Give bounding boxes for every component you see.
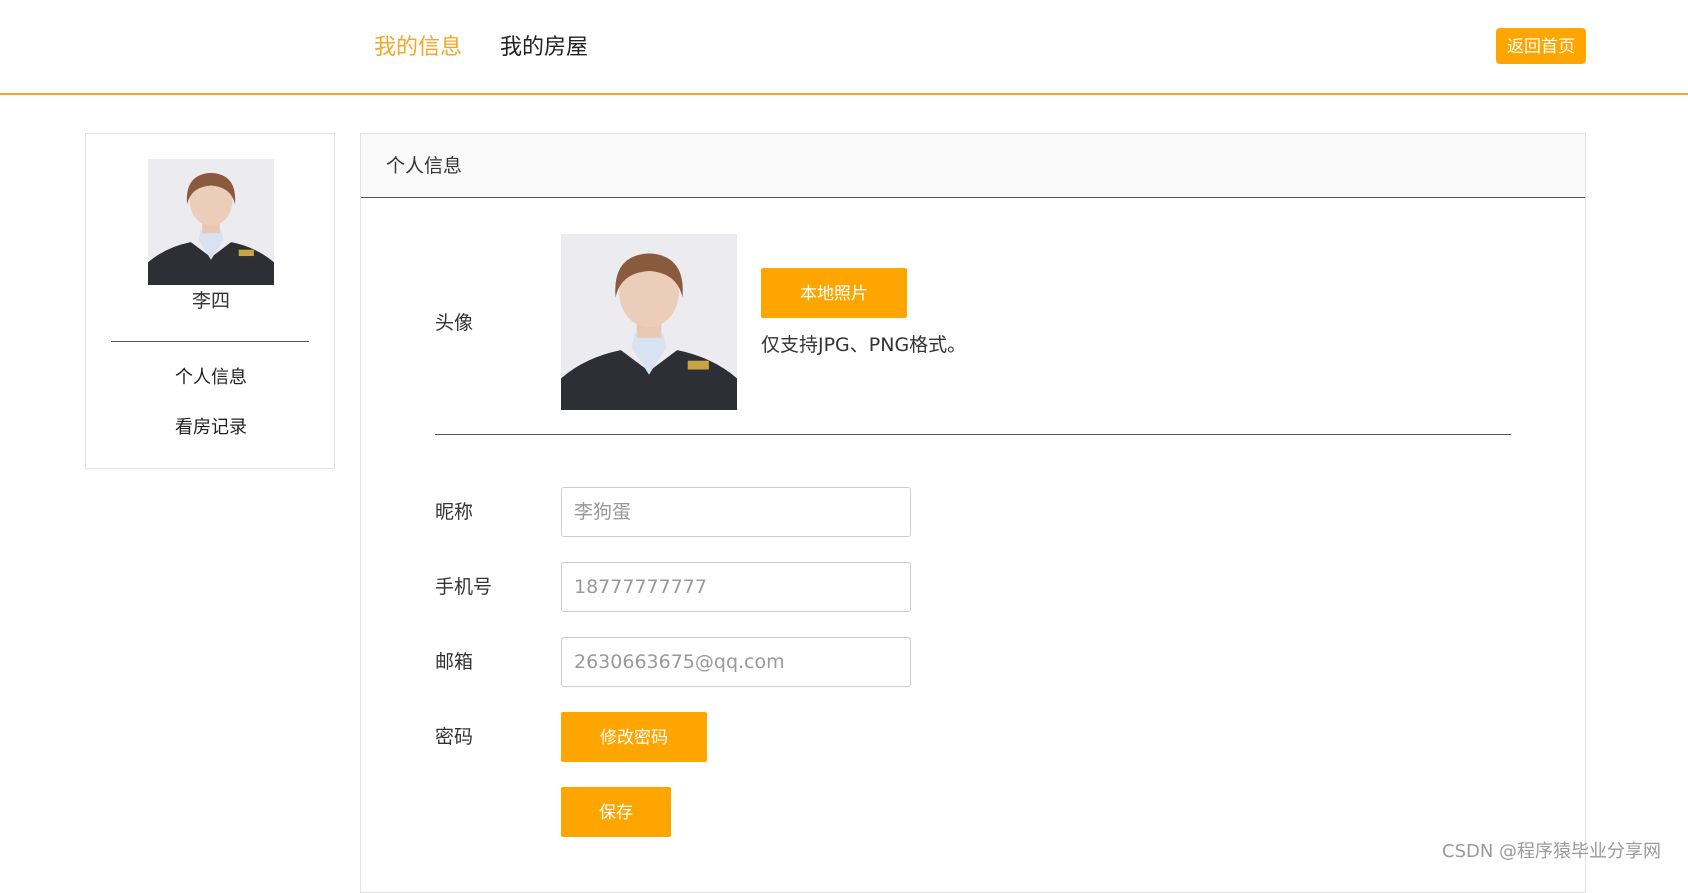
sidebar: 李四 个人信息 看房记录: [85, 133, 335, 469]
form-divider: [435, 434, 1511, 435]
password-label: 密码: [435, 726, 474, 748]
change-password-button[interactable]: 修改密码: [561, 712, 707, 762]
email-input[interactable]: [561, 637, 911, 687]
tab-my-info[interactable]: 我的信息: [374, 30, 462, 66]
save-button[interactable]: 保存: [561, 787, 671, 837]
phone-label: 手机号: [435, 576, 493, 598]
upload-format-hint: 仅支持JPG、PNG格式。: [761, 334, 967, 356]
personal-info-panel: 个人信息 头像 本地照片 仅支持JPG、PNG格式。 昵称 手机号 邮箱 密码 …: [360, 133, 1586, 893]
profile-photo: [561, 234, 737, 410]
tab-my-houses[interactable]: 我的房屋: [500, 30, 588, 66]
user-avatar: [148, 159, 274, 285]
avatar-label: 头像: [435, 312, 474, 334]
upload-local-photo-button[interactable]: 本地照片: [761, 268, 907, 318]
csdn-watermark: CSDN @程序猿毕业分享网: [1442, 841, 1662, 862]
sidebar-divider: [111, 341, 309, 342]
top-nav-bar: 我的信息 我的房屋 返回首页: [0, 0, 1688, 95]
panel-title: 个人信息: [386, 155, 463, 177]
nickname-label: 昵称: [435, 501, 474, 523]
user-name: 李四: [191, 290, 230, 312]
back-to-home-button[interactable]: 返回首页: [1496, 28, 1586, 64]
sidebar-item-personal-info[interactable]: 个人信息: [86, 364, 336, 392]
phone-input[interactable]: [561, 562, 911, 612]
email-label: 邮箱: [435, 651, 474, 673]
nickname-input[interactable]: [561, 487, 911, 537]
panel-header: 个人信息: [361, 134, 1585, 198]
sidebar-item-viewing-records[interactable]: 看房记录: [86, 414, 336, 442]
